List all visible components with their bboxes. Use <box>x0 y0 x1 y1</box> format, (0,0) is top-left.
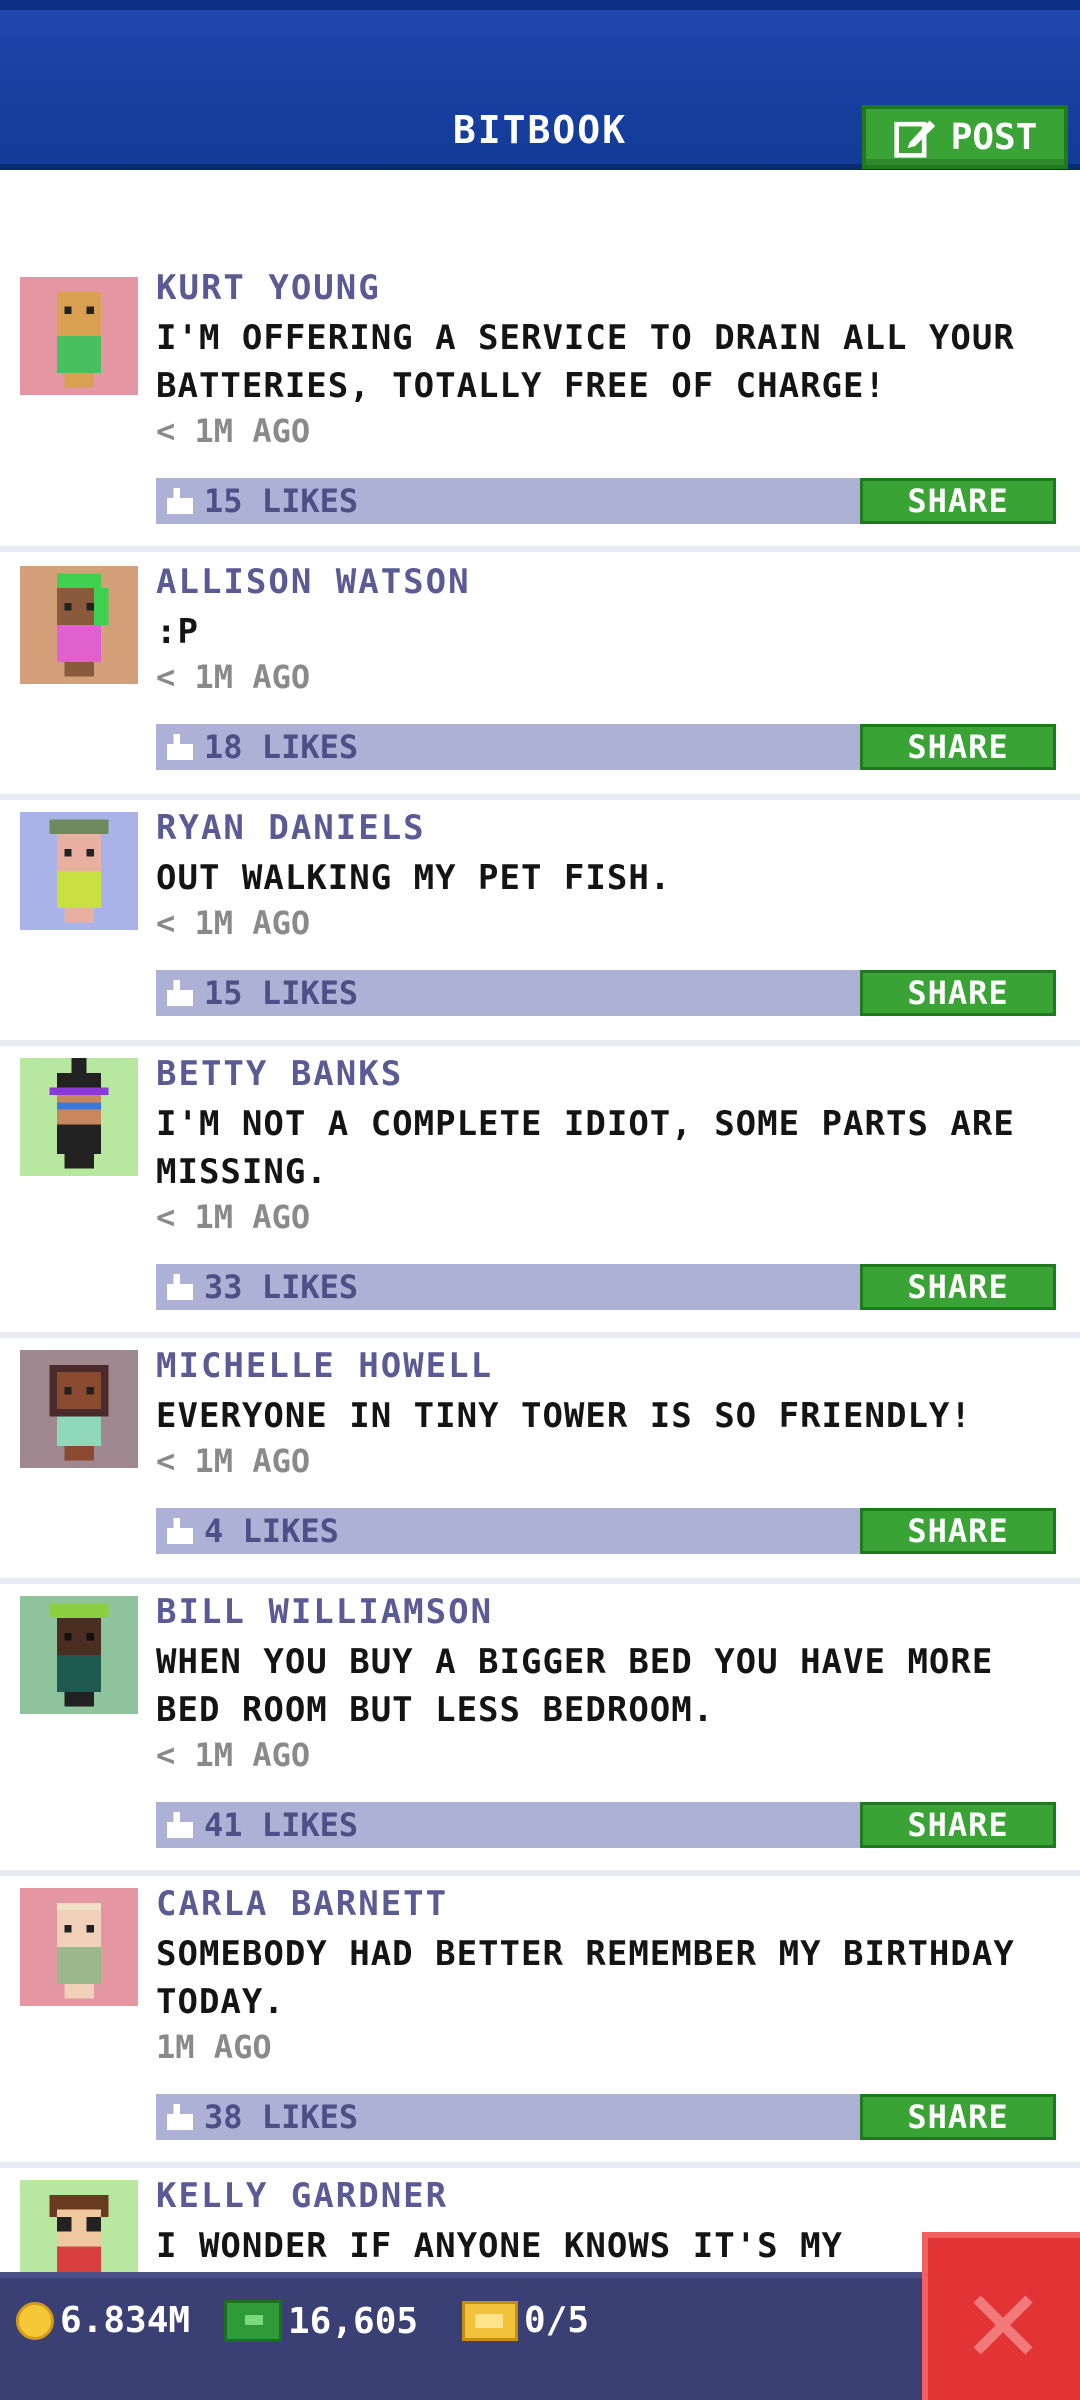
bitbook-feed[interactable]: KURT YOUNG I'M OFFERING A SERVICE TO DRA… <box>0 170 1080 2274</box>
like-bar[interactable]: 15 LIKES SHARE <box>156 478 1056 524</box>
post-button[interactable]: POST <box>862 105 1068 169</box>
feed-post: ALLISON WATSON :P < 1M AGO 18 LIKES SHAR… <box>0 562 1080 800</box>
avatar <box>20 2180 138 2274</box>
like-bar[interactable]: 15 LIKES SHARE <box>156 970 1056 1016</box>
feed-post: KURT YOUNG I'M OFFERING A SERVICE TO DRA… <box>0 268 1080 552</box>
post-author[interactable]: CARLA BARNETT <box>156 1884 448 1924</box>
post-time: < 1M AGO <box>156 904 311 942</box>
like-count: 33 LIKES <box>204 1268 359 1306</box>
share-button[interactable]: SHARE <box>860 724 1056 770</box>
avatar <box>20 1350 138 1468</box>
avatar <box>20 277 138 395</box>
like-count: 38 LIKES <box>204 2098 359 2136</box>
compose-icon <box>894 120 935 158</box>
share-button[interactable]: SHARE <box>860 2094 1056 2140</box>
feed-post: RYAN DANIELS OUT WALKING MY PET FISH. < … <box>0 808 1080 1046</box>
post-time: < 1M AGO <box>156 1442 311 1480</box>
share-button[interactable]: SHARE <box>860 970 1056 1016</box>
post-time: 1M AGO <box>156 2028 272 2066</box>
ticket-icon <box>462 2300 518 2341</box>
close-icon <box>973 2295 1033 2355</box>
like-bar[interactable]: 4 LIKES SHARE <box>156 1508 1056 1554</box>
close-button[interactable] <box>922 2232 1080 2400</box>
post-button-label: POST <box>950 116 1038 158</box>
avatar <box>20 1596 138 1714</box>
post-time: < 1M AGO <box>156 658 311 696</box>
post-message: WHEN YOU BUY A BIGGER BED YOU HAVE MORE … <box>156 1642 994 1730</box>
like-bar[interactable]: 41 LIKES SHARE <box>156 1802 1056 1848</box>
feed-post: CARLA BARNETT SOMEBODY HAD BETTER REMEMB… <box>0 1884 1080 2168</box>
post-message: SOMEBODY HAD BETTER REMEMBER MY BIRTHDAY… <box>156 1934 1015 2022</box>
post-message: I'M NOT A COMPLETE IDIOT, SOME PARTS ARE… <box>156 1104 1015 1192</box>
share-button[interactable]: SHARE <box>860 1508 1056 1554</box>
avatar <box>20 1058 138 1176</box>
bux-value: 16,605 <box>288 2300 419 2342</box>
like-bar[interactable]: 38 LIKES SHARE <box>156 2094 1056 2140</box>
avatar <box>20 1888 138 2006</box>
thumbs-up-icon <box>167 2104 193 2130</box>
thumbs-up-icon <box>167 1274 193 1300</box>
coins-value: 6.834M <box>60 2300 191 2341</box>
like-count: 4 LIKES <box>204 1512 339 1550</box>
thumbs-up-icon <box>167 734 193 760</box>
post-author[interactable]: KELLY GARDNER <box>156 2176 448 2216</box>
feed-post: MICHELLE HOWELL EVERYONE IN TINY TOWER I… <box>0 1346 1080 1584</box>
post-message: EVERYONE IN TINY TOWER IS SO FRIENDLY! <box>156 1396 972 1436</box>
post-message: I'M OFFERING A SERVICE TO DRAIN ALL YOUR… <box>156 318 1015 406</box>
post-author[interactable]: ALLISON WATSON <box>156 562 471 602</box>
avatar <box>20 566 138 684</box>
tickets-stat: 0/5 <box>462 2300 589 2341</box>
bux-stat: 16,605 <box>224 2300 418 2342</box>
share-button[interactable]: SHARE <box>860 1802 1056 1848</box>
app-header: BITBOOK POST <box>0 0 1080 170</box>
share-button[interactable]: SHARE <box>860 1264 1056 1310</box>
post-message: OUT WALKING MY PET FISH. <box>156 858 672 898</box>
coins-stat: 6.834M <box>16 2300 190 2341</box>
like-count: 15 LIKES <box>204 974 359 1012</box>
like-bar[interactable]: 18 LIKES SHARE <box>156 724 1056 770</box>
feed-post: BETTY BANKS I'M NOT A COMPLETE IDIOT, SO… <box>0 1054 1080 1338</box>
post-time: < 1M AGO <box>156 412 311 450</box>
coin-icon <box>16 2301 54 2340</box>
status-bar: 6.834M 16,605 0/5 <box>0 2272 1080 2400</box>
post-author[interactable]: RYAN DANIELS <box>156 808 426 848</box>
tickets-value: 0/5 <box>524 2300 590 2341</box>
bux-icon <box>224 2300 282 2342</box>
thumbs-up-icon <box>167 1518 193 1544</box>
thumbs-up-icon <box>167 488 193 514</box>
post-author[interactable]: KURT YOUNG <box>156 268 381 308</box>
share-button[interactable]: SHARE <box>860 478 1056 524</box>
post-author[interactable]: BETTY BANKS <box>156 1054 403 1094</box>
like-count: 41 LIKES <box>204 1806 359 1844</box>
feed-post: KELLY GARDNER I WONDER IF ANYONE KNOWS I… <box>0 2176 1080 2274</box>
like-count: 15 LIKES <box>204 482 359 520</box>
post-message: :P <box>156 612 199 652</box>
post-author[interactable]: BILL WILLIAMSON <box>156 1592 493 1632</box>
post-author[interactable]: MICHELLE HOWELL <box>156 1346 493 1386</box>
avatar <box>20 812 138 930</box>
thumbs-up-icon <box>167 980 193 1006</box>
like-count: 18 LIKES <box>204 728 359 766</box>
post-time: < 1M AGO <box>156 1198 311 1236</box>
like-bar[interactable]: 33 LIKES SHARE <box>156 1264 1056 1310</box>
post-message: I WONDER IF ANYONE KNOWS IT'S MY <box>156 2226 844 2266</box>
post-time: < 1M AGO <box>156 1736 311 1774</box>
feed-post: BILL WILLIAMSON WHEN YOU BUY A BIGGER BE… <box>0 1592 1080 1876</box>
thumbs-up-icon <box>167 1812 193 1838</box>
